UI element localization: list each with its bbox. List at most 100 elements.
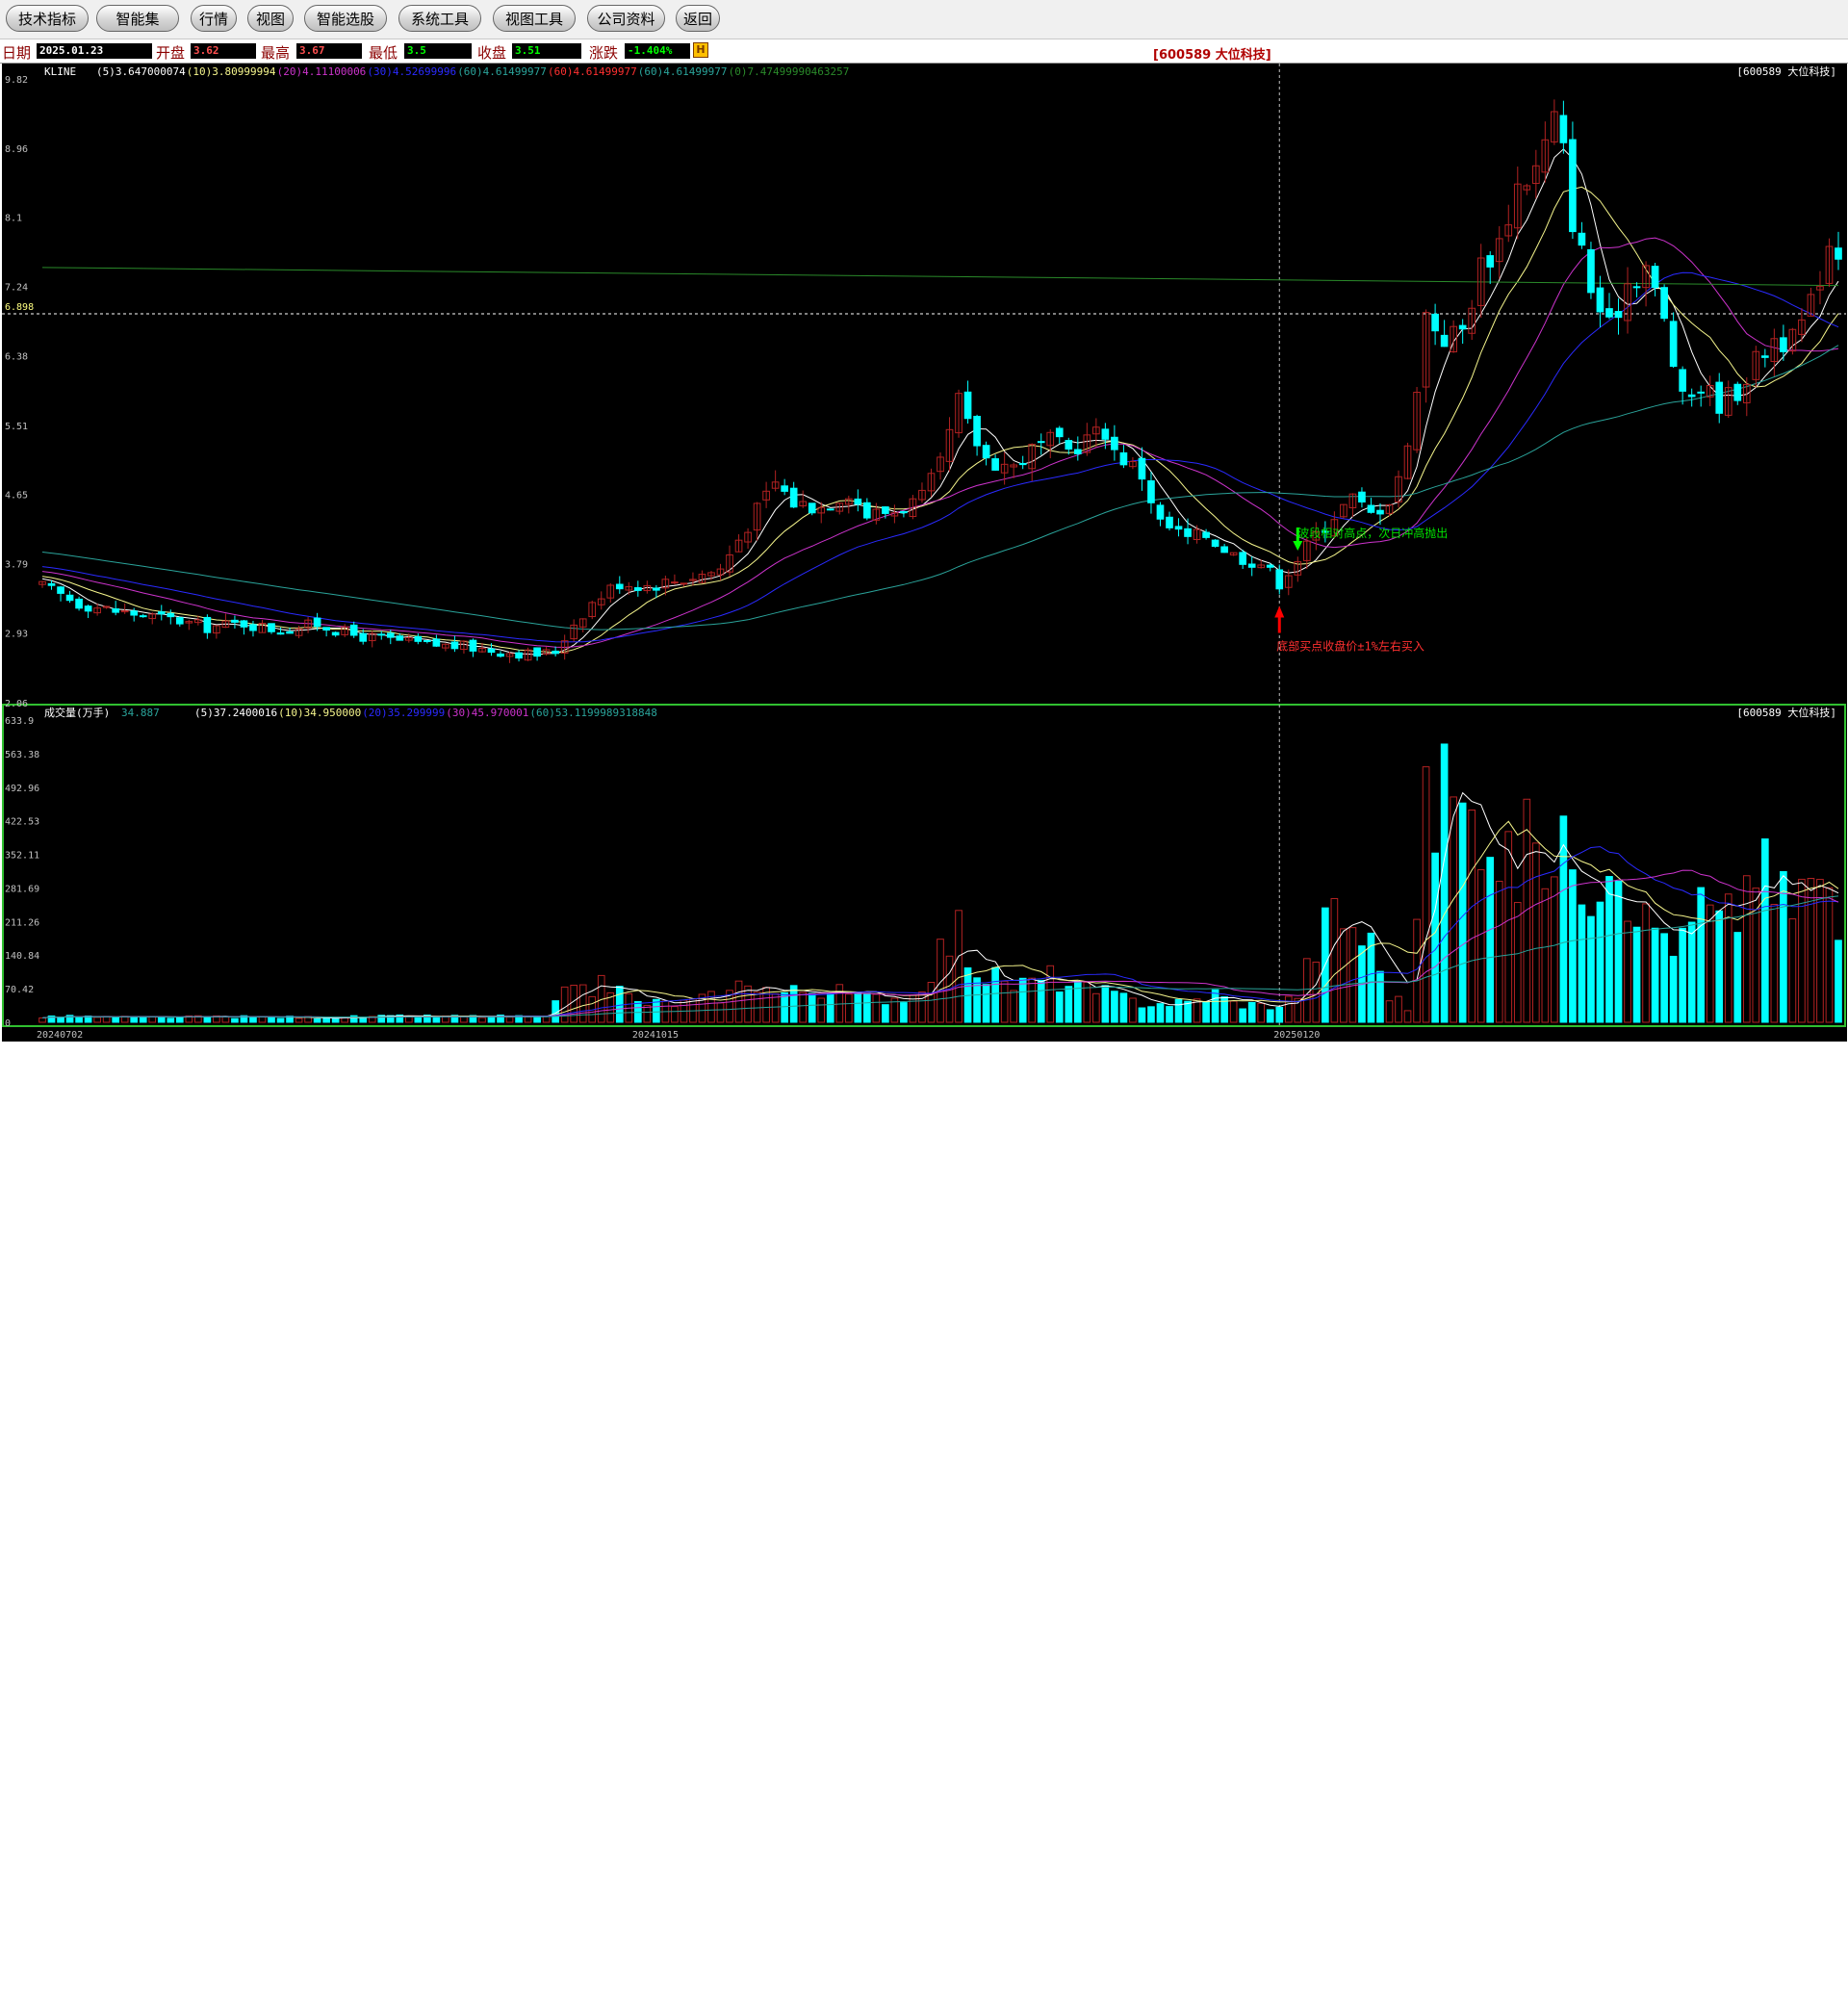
- kline-legend-item: (0)7.47499990463257: [729, 65, 850, 78]
- kline-legend-item: (60)4.61499977: [548, 65, 637, 78]
- candle-body: [1156, 504, 1165, 520]
- volume-bar: [1578, 904, 1586, 1023]
- volume-stock-label: [600589 大位科技]: [1736, 706, 1836, 719]
- candle-body: [1018, 462, 1027, 466]
- volume-bar: [1174, 998, 1183, 1023]
- change-label: 涨跌: [589, 44, 619, 62]
- candle-body: [167, 612, 175, 618]
- candle-body: [157, 611, 166, 615]
- price-tick-label: 3.79: [5, 560, 28, 571]
- toolbar-button-view[interactable]: 视图: [247, 5, 294, 32]
- toolbar-button-back[interactable]: 返回: [676, 5, 720, 32]
- candle-body: [322, 627, 330, 631]
- candle-body: [84, 605, 92, 612]
- volume-legend-item: (30)45.970001: [446, 707, 528, 719]
- volume-legend-item: (5)37.2400016: [194, 707, 277, 719]
- volume-bar: [167, 1017, 175, 1023]
- volume-bar: [808, 992, 816, 1023]
- volume-bar: [1605, 876, 1613, 1023]
- candle-body: [615, 583, 624, 590]
- volume-bar: [615, 986, 624, 1023]
- candle-body: [1431, 313, 1439, 332]
- candle-body: [1486, 255, 1495, 268]
- candle-body: [432, 638, 441, 647]
- volume-bar: [322, 1017, 330, 1023]
- volume-bar: [1156, 1003, 1165, 1023]
- volume-bar: [653, 998, 660, 1023]
- volume-tick-label: 492.96: [5, 784, 39, 794]
- volume-bar: [432, 1017, 441, 1023]
- volume-bar: [175, 1017, 184, 1023]
- candle-body: [75, 598, 83, 609]
- candle-body: [469, 639, 477, 652]
- toolbar-button-stock-screener[interactable]: 智能选股: [304, 5, 387, 32]
- kline-legend-item: (5)3.647000074: [96, 65, 186, 78]
- toolbar-button-company-info[interactable]: 公司资料: [587, 5, 665, 32]
- h-flag-icon[interactable]: H: [693, 42, 708, 58]
- volume-title: 成交量(万手): [44, 706, 110, 719]
- candle-body: [1073, 449, 1082, 454]
- kline-chart[interactable]: 9.82 8.96 8.1 7.24 6.38 5.51 4.65 3.79 2.93 2.06 6…: [0, 64, 1848, 1042]
- price-tick-label: 8.1: [5, 214, 22, 224]
- candle-body: [882, 506, 889, 514]
- volume-bar: [1239, 1008, 1247, 1023]
- candle-body: [1065, 440, 1073, 450]
- volume-bar: [1275, 1006, 1284, 1023]
- crosshair-price-label: 6.898: [5, 302, 34, 313]
- candle-body: [57, 586, 64, 594]
- candle-body: [552, 650, 559, 655]
- volume-bar: [276, 1017, 285, 1023]
- volume-bar: [533, 1016, 541, 1023]
- toolbar-button-quotes[interactable]: 行情: [191, 5, 237, 32]
- volume-bar: [231, 1017, 239, 1023]
- candle-body: [1147, 480, 1155, 503]
- volume-tick-label: 633.9: [5, 716, 34, 727]
- kline-stock-label: [600589 大位科技]: [1736, 64, 1836, 78]
- price-tick-label: 8.96: [5, 144, 28, 155]
- volume-bar: [1184, 1000, 1192, 1023]
- volume-bar: [1247, 1001, 1256, 1023]
- toolbar-button-system-tools[interactable]: 系统工具: [398, 5, 481, 32]
- candle-body: [1275, 569, 1284, 590]
- volume-bar: [1065, 986, 1073, 1023]
- volume-bar: [331, 1017, 340, 1023]
- volume-bar: [1101, 985, 1110, 1023]
- candle-body: [377, 633, 386, 636]
- candle-body: [633, 587, 642, 591]
- volume-bar: [157, 1016, 166, 1023]
- candle-body: [65, 594, 74, 602]
- candle-body: [414, 635, 423, 642]
- toolbar-button-view-tools[interactable]: 视图工具: [493, 5, 576, 32]
- volume-legend-item: (10)34.950000: [278, 707, 361, 719]
- candle-body: [1687, 394, 1696, 398]
- volume-bar: [1660, 933, 1668, 1023]
- candle-body: [982, 445, 990, 459]
- kline-legend-item: (10)3.80999994: [187, 65, 276, 78]
- candle-body: [1367, 504, 1375, 513]
- volume-bar: [1147, 1006, 1155, 1023]
- high-label: 最高: [261, 44, 291, 62]
- volume-bar: [1733, 932, 1742, 1023]
- candle-body: [826, 508, 834, 511]
- volume-bar: [268, 1017, 275, 1023]
- candle-body: [1651, 266, 1659, 289]
- toolbar-button-smart-set[interactable]: 智能集: [96, 5, 179, 32]
- volume-bar: [1202, 1001, 1210, 1023]
- candle-body: [497, 653, 504, 657]
- volume-bar: [1669, 955, 1678, 1023]
- volume-tick-label: 563.38: [5, 750, 39, 760]
- volume-bar: [1835, 940, 1842, 1023]
- toolbar-button-tech-indicator[interactable]: 技术指标: [6, 5, 89, 32]
- candle-body: [1202, 531, 1210, 538]
- candle-body: [276, 632, 285, 635]
- date-tick-label: 20240702: [37, 1030, 83, 1041]
- candle-body: [1440, 334, 1449, 348]
- candle-body: [386, 632, 395, 638]
- open-label: 开盘: [156, 44, 186, 62]
- volume-bar: [1055, 991, 1064, 1023]
- close-label: 收盘: [477, 44, 507, 62]
- price-tick-label: 6.38: [5, 351, 28, 362]
- volume-bar: [826, 992, 834, 1023]
- quote-info-bar: 日期 2025.01.23 开盘 3.62 最高 3.67 最低 3.5 收盘 …: [0, 39, 1848, 64]
- candle-body: [331, 631, 340, 636]
